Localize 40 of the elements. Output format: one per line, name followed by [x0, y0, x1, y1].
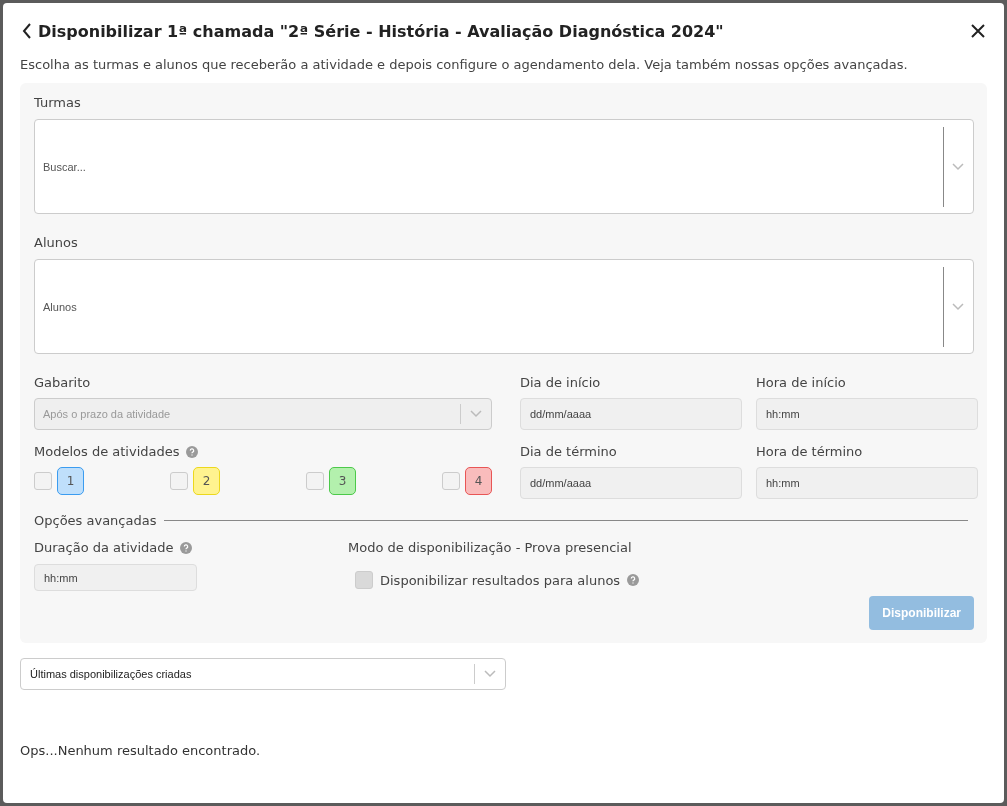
field-label: Hora de início — [756, 375, 847, 390]
recent-select[interactable]: Últimas disponibilizações criadas — [20, 658, 506, 690]
field-label: Alunos — [34, 235, 79, 250]
field-label: Dia de início — [520, 375, 602, 390]
chevron-icon[interactable] — [952, 302, 964, 311]
close-icon[interactable] — [971, 24, 985, 38]
chevron-icon[interactable] — [484, 670, 496, 678]
model-tag: 2 — [193, 467, 220, 495]
class-select[interactable]: Buscar... — [34, 119, 974, 214]
checkbox[interactable] — [170, 472, 188, 490]
chevron-icon[interactable] — [952, 162, 964, 171]
help-icon[interactable] — [185, 445, 198, 458]
duration-field[interactable]: hh:mm — [34, 564, 197, 591]
checkbox-label: Disponibilizar resultados para alunos — [380, 572, 621, 588]
checkbox[interactable] — [34, 472, 52, 490]
time-field[interactable]: hh:mm — [756, 467, 978, 499]
field-label: Hora de término — [756, 444, 864, 459]
time-field[interactable]: hh:mm — [756, 398, 978, 430]
back-icon[interactable] — [22, 23, 32, 39]
date-field[interactable]: dd/mm/aaaa — [520, 467, 742, 499]
checkbox[interactable] — [442, 472, 460, 490]
model-tag: 3 — [329, 467, 356, 495]
checkbox[interactable] — [355, 571, 373, 589]
field-label: Turmas — [34, 95, 82, 110]
help-icon[interactable] — [179, 541, 192, 554]
dialog-description: Escolha as turmas e alunos que receberão a atividade e depois configure o agendamento dela. Veja também nossas opções avançadas. — [20, 57, 909, 72]
field-label: Modelos de atividades — [34, 444, 180, 459]
help-icon[interactable] — [627, 574, 640, 586]
field-label: Duração da atividade — [34, 540, 174, 555]
section-title: Opções avançadas — [34, 513, 157, 528]
model-tag: 1 — [57, 467, 84, 495]
checkbox[interactable] — [306, 472, 324, 490]
student-select[interactable]: Alunos — [34, 259, 974, 354]
empty-message: Ops...Nenhum resultado encontrado. — [20, 743, 262, 758]
field-label: Dia de término — [520, 444, 618, 459]
model-tag: 4 — [465, 467, 492, 495]
field-label: Gabarito — [34, 375, 92, 390]
date-field[interactable]: dd/mm/aaaa — [520, 398, 742, 430]
mode-label: Modo de disponibilização - Prova presencial — [348, 540, 633, 555]
dialog-title: Disponibilizar 1ª chamada "2ª Série - História - Avaliação Diagnóstica 2024" — [38, 21, 725, 41]
